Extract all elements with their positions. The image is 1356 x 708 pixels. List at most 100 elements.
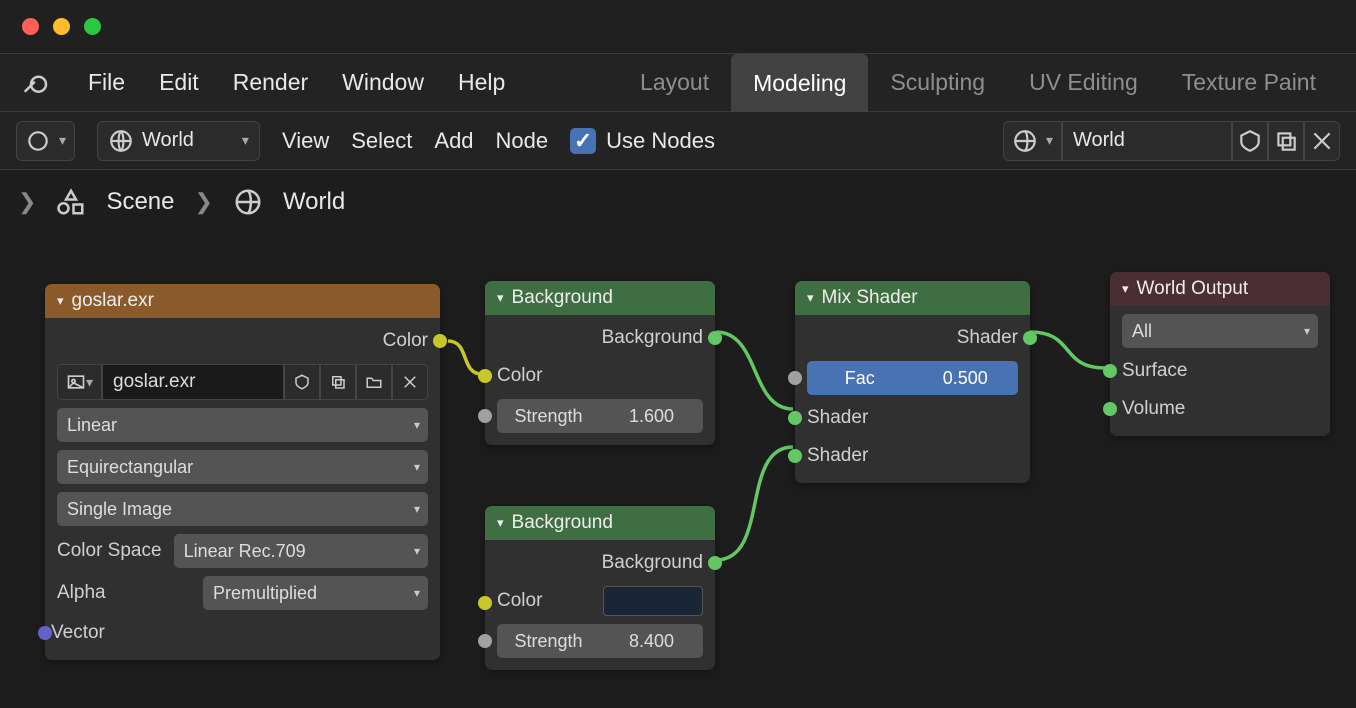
menu-file[interactable]: File — [88, 69, 125, 96]
alpha-dropdown[interactable]: Premultiplied ▾ — [203, 576, 428, 610]
fake-user-button[interactable] — [1232, 121, 1268, 161]
editor-type-selector[interactable]: ▾ — [16, 121, 75, 161]
workspace-tab-texturepaint[interactable]: Texture Paint — [1160, 54, 1338, 111]
alpha-label: Alpha — [57, 582, 106, 604]
input-socket-color[interactable] — [478, 596, 492, 610]
color-well[interactable] — [603, 586, 703, 616]
socket-label-vector: Vector — [51, 622, 105, 644]
use-nodes-label: Use Nodes — [606, 128, 715, 154]
menu-node[interactable]: Node — [496, 128, 549, 154]
breadcrumb-scene[interactable]: Scene — [106, 188, 174, 216]
input-socket-shader-2[interactable] — [788, 449, 802, 463]
target-dropdown[interactable]: All ▾ — [1122, 314, 1318, 348]
node-header[interactable]: ▾ World Output — [1110, 272, 1330, 306]
checkbox-checked-icon: ✓ — [570, 128, 596, 154]
menu-select[interactable]: Select — [351, 128, 412, 154]
input-socket-fac[interactable] — [788, 371, 802, 385]
close-window-button[interactable] — [22, 18, 39, 35]
menu-edit[interactable]: Edit — [159, 69, 199, 96]
strength-field[interactable]: Strength 1.600 — [497, 399, 703, 433]
workspace-tab-uvediting[interactable]: UV Editing — [1007, 54, 1160, 111]
input-socket-strength[interactable] — [478, 634, 492, 648]
strength-field[interactable]: Strength 8.400 — [497, 624, 703, 658]
dropdown-value: All — [1132, 321, 1152, 342]
collapse-icon: ▾ — [1122, 281, 1129, 297]
image-browse-button[interactable]: ▾ — [57, 364, 102, 400]
node-editor-header: ▾ World ▾ View Select Add Node ✓ Use Nod… — [0, 112, 1356, 170]
workspace-tab-modeling[interactable]: Modeling — [731, 54, 868, 112]
dropdown-value: Single Image — [67, 499, 172, 520]
input-socket-strength[interactable] — [478, 409, 492, 423]
node-world-output[interactable]: ▾ World Output All ▾ Surface Volume — [1110, 272, 1330, 436]
chevron-down-icon: ▾ — [414, 586, 420, 600]
menu-add[interactable]: Add — [434, 128, 473, 154]
output-socket-background[interactable] — [708, 331, 722, 345]
workspace-tab-sculpting[interactable]: Sculpting — [868, 54, 1007, 111]
chevron-down-icon: ▾ — [242, 132, 249, 149]
maximize-window-button[interactable] — [84, 18, 101, 35]
chevron-right-icon: ❯ — [18, 189, 36, 215]
dropdown-value: Linear Rec.709 — [184, 541, 306, 562]
strength-label: Strength — [497, 406, 600, 427]
colorspace-dropdown[interactable]: Linear Rec.709 ▾ — [174, 534, 428, 568]
node-header[interactable]: ▾ goslar.exr — [45, 284, 440, 318]
image-name-field[interactable]: goslar.exr — [102, 364, 284, 400]
socket-label-surface: Surface — [1122, 360, 1187, 382]
input-socket-shader-1[interactable] — [788, 411, 802, 425]
blender-logo-icon[interactable] — [18, 65, 54, 101]
socket-label-color: Color — [497, 365, 542, 387]
output-socket-shader[interactable] — [1023, 331, 1037, 345]
node-background-2[interactable]: ▾ Background Background Color Strength 8… — [485, 506, 715, 670]
unlink-world-button[interactable] — [1304, 121, 1340, 161]
chevron-right-icon: ❯ — [195, 189, 213, 215]
fac-field[interactable]: Fac 0.500 — [807, 361, 1018, 395]
socket-label-shader: Shader — [807, 445, 868, 467]
chevron-down-icon: ▾ — [1046, 132, 1053, 149]
dropdown-value: Equirectangular — [67, 457, 193, 478]
world-selector-label: World — [142, 129, 194, 152]
input-socket-vector[interactable] — [38, 626, 52, 640]
new-world-button[interactable] — [1268, 121, 1304, 161]
menu-view[interactable]: View — [282, 128, 329, 154]
world-icon — [233, 187, 263, 217]
minimize-window-button[interactable] — [53, 18, 70, 35]
open-image-button[interactable] — [356, 364, 392, 400]
node-background-1[interactable]: ▾ Background Background Color Strength 1… — [485, 281, 715, 445]
interpolation-dropdown[interactable]: Linear▾ — [57, 408, 428, 442]
input-socket-color[interactable] — [478, 369, 492, 383]
input-socket-surface[interactable] — [1103, 364, 1117, 378]
use-nodes-toggle[interactable]: ✓ Use Nodes — [570, 128, 715, 154]
output-socket-color[interactable] — [433, 334, 447, 348]
menu-render[interactable]: Render — [233, 69, 308, 96]
chevron-down-icon: ▾ — [414, 502, 420, 516]
chevron-down-icon: ▾ — [414, 544, 420, 558]
unlink-image-button[interactable] — [392, 364, 428, 400]
output-socket-background[interactable] — [708, 556, 722, 570]
fake-user-button[interactable] — [284, 364, 320, 400]
menu-window[interactable]: Window — [342, 69, 424, 96]
socket-label-volume: Volume — [1122, 398, 1185, 420]
collapse-icon: ▾ — [807, 290, 814, 306]
dropdown-value: Premultiplied — [213, 583, 317, 604]
new-image-button[interactable] — [320, 364, 356, 400]
world-browse-button[interactable]: ▾ — [1003, 121, 1062, 161]
breadcrumb-world[interactable]: World — [283, 188, 345, 216]
input-socket-volume[interactable] — [1103, 402, 1117, 416]
image-source-dropdown[interactable]: Single Image ▾ — [57, 492, 428, 526]
node-mix-shader[interactable]: ▾ Mix Shader Shader Fac 0.500 Shader — [795, 281, 1030, 483]
fac-label: Fac — [807, 368, 913, 389]
breadcrumb: ❯ Scene ❯ World — [0, 170, 1356, 234]
node-header[interactable]: ▾ Background — [485, 506, 715, 540]
workspace-tab-layout[interactable]: Layout — [618, 54, 731, 111]
node-header[interactable]: ▾ Background — [485, 281, 715, 315]
socket-label-background: Background — [602, 327, 703, 349]
world-name-field[interactable]: World — [1062, 121, 1232, 161]
node-environment-texture[interactable]: ▾ goslar.exr Color ▾ goslar.exr Linear▾ … — [45, 284, 440, 660]
node-header[interactable]: ▾ Mix Shader — [795, 281, 1030, 315]
node-editor-canvas[interactable]: ▾ goslar.exr Color ▾ goslar.exr Linear▾ … — [0, 234, 1356, 708]
projection-dropdown[interactable]: Equirectangular▾ — [57, 450, 428, 484]
world-datablock-selector[interactable]: World ▾ — [97, 121, 260, 161]
menu-help[interactable]: Help — [458, 69, 505, 96]
chevron-down-icon: ▾ — [59, 132, 66, 149]
node-title: Background — [512, 512, 613, 534]
